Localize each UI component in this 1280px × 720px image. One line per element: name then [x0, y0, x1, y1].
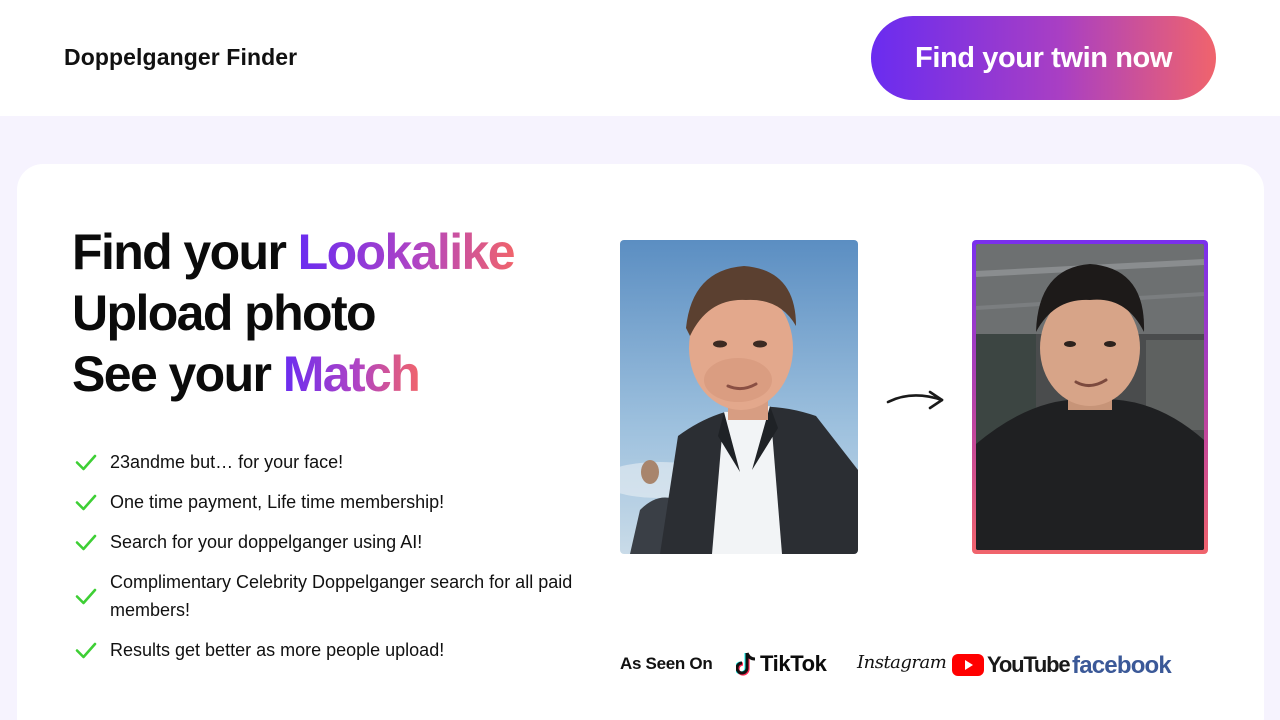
- instagram-logo: Instagram: [857, 652, 947, 673]
- celebrity-portrait-illustration: [620, 240, 858, 554]
- tiktok-logo: TikTok: [736, 651, 827, 677]
- youtube-wordmark: YouTube: [987, 652, 1071, 677]
- instagram-wordmark: Instagram: [857, 652, 947, 673]
- headline-line-2: Upload photo: [72, 285, 377, 341]
- check-icon: [75, 534, 97, 551]
- site-header: Doppelganger Finder Find your twin now: [0, 0, 1280, 116]
- brand-name[interactable]: Doppelganger Finder: [64, 44, 297, 71]
- feature-item: Complimentary Celebrity Doppelganger sea…: [72, 568, 602, 624]
- youtube-play-icon: [952, 654, 984, 676]
- headline-line-3: See your Match: [72, 344, 592, 405]
- check-icon: [75, 454, 97, 471]
- lookalike-match-photo: [972, 240, 1208, 554]
- headline-line-1: Find your Lookalike: [72, 222, 592, 283]
- feature-item: Results get better as more people upload…: [72, 636, 602, 664]
- find-twin-button[interactable]: Find your twin now: [871, 16, 1216, 100]
- lookalike-portrait-illustration: [976, 244, 1204, 550]
- tiktok-wordmark: TikTok: [760, 651, 827, 676]
- check-icon: [75, 642, 97, 659]
- feature-item: 23andme but… for your face!: [72, 448, 602, 476]
- feature-item: Search for your doppelganger using AI!: [72, 528, 602, 556]
- feature-text: Complimentary Celebrity Doppelganger sea…: [110, 572, 573, 620]
- check-icon: [75, 494, 97, 511]
- arrow-right-icon: [886, 390, 944, 410]
- headline-highlight-match: Match: [282, 346, 421, 402]
- feature-text: One time payment, Life time membership!: [110, 492, 445, 512]
- tiktok-icon: [736, 652, 756, 676]
- youtube-logo: YouTube: [952, 652, 1071, 678]
- headline-text: Find your: [72, 224, 298, 280]
- as-seen-on-label: As Seen On: [620, 654, 713, 673]
- celebrity-photo: [620, 240, 858, 554]
- feature-text: 23andme but… for your face!: [110, 452, 344, 472]
- feature-list: 23andme but… for your face! One time pay…: [72, 448, 602, 676]
- headline-text: See your: [72, 346, 283, 402]
- facebook-wordmark: facebook: [1072, 652, 1172, 679]
- lookalike-photo-frame: [976, 244, 1204, 550]
- check-icon: [75, 588, 97, 605]
- feature-text: Results get better as more people upload…: [110, 640, 445, 660]
- feature-item: One time payment, Life time membership!: [72, 488, 602, 516]
- hero-headline: Find your Lookalike Upload photo See you…: [72, 222, 592, 405]
- facebook-logo: facebook: [1072, 652, 1172, 680]
- feature-text: Search for your doppelganger using AI!: [110, 532, 423, 552]
- headline-highlight-lookalike: Lookalike: [297, 224, 516, 280]
